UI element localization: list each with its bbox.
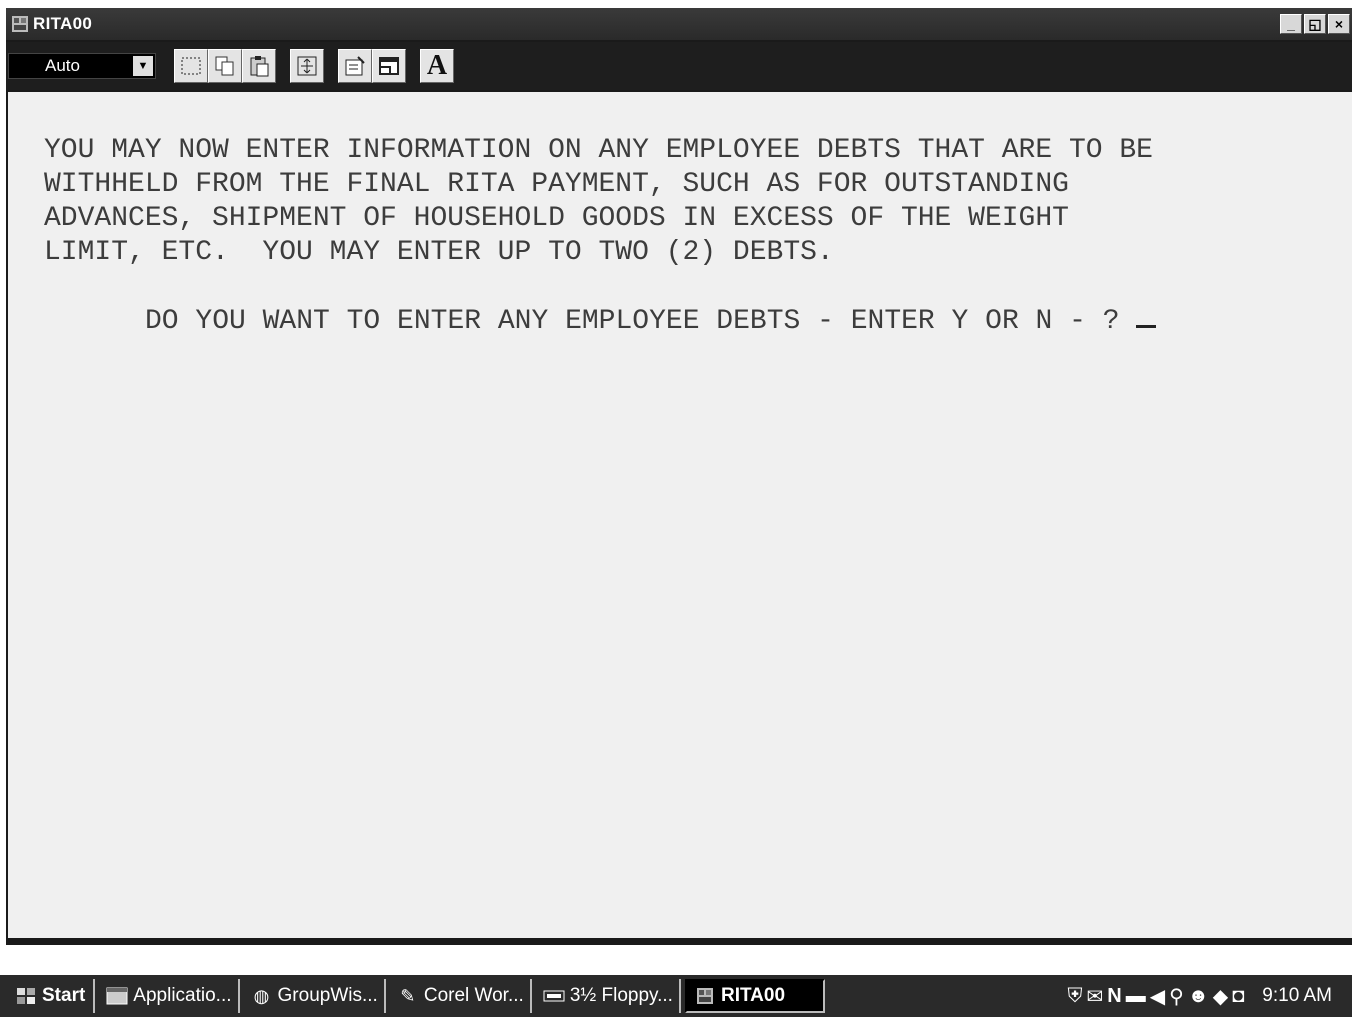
task-label: RITA00 bbox=[720, 985, 786, 1006]
terminal-line: LIMIT, ETC. YOU MAY ENTER UP TO TWO (2) … bbox=[44, 237, 834, 268]
font-button[interactable]: A bbox=[420, 49, 454, 83]
copy-button[interactable] bbox=[208, 49, 242, 83]
font-size-select[interactable]: Auto ▼ bbox=[8, 53, 156, 79]
chat-icon[interactable]: ◆ bbox=[1213, 984, 1228, 1009]
system-tray: ⛨ ✉ N ▬ ◀ ⚲ ☻ ◆ ◘ 9:10 AM bbox=[1067, 979, 1348, 1013]
mainframe-app-icon bbox=[10, 14, 30, 34]
task-groupwise[interactable]: ◍ GroupWis... bbox=[244, 979, 386, 1013]
chevron-down-icon[interactable]: ▼ bbox=[133, 56, 153, 76]
floppy-icon bbox=[542, 984, 566, 1008]
task-label: Applicatio... bbox=[133, 985, 232, 1006]
terminal-line: YOU MAY NOW ENTER INFORMATION ON ANY EMP… bbox=[44, 135, 1153, 166]
title-bar[interactable]: RITA00 _ ◱ × bbox=[6, 8, 1352, 40]
window-icon bbox=[379, 57, 399, 75]
window-title: RITA00 bbox=[33, 14, 93, 33]
full-screen-button[interactable] bbox=[290, 49, 324, 83]
minimize-button[interactable]: _ bbox=[1280, 14, 1302, 34]
shield-icon[interactable]: ⛨ bbox=[1067, 985, 1082, 1008]
task-label: GroupWis... bbox=[277, 985, 378, 1006]
task-floppy[interactable]: 3½ Floppy... bbox=[536, 979, 681, 1013]
toolbar: Auto ▼ A bbox=[6, 42, 1352, 90]
properties-button[interactable] bbox=[338, 49, 372, 83]
fullscreen-icon bbox=[297, 56, 317, 76]
properties-icon bbox=[345, 56, 365, 76]
restore-button[interactable]: ◱ bbox=[1304, 14, 1326, 34]
task-label: 3½ Floppy... bbox=[569, 985, 673, 1006]
mark-button[interactable] bbox=[174, 49, 208, 83]
clock[interactable]: 9:10 AM bbox=[1262, 985, 1332, 1007]
start-label: Start bbox=[42, 985, 86, 1006]
task-application[interactable]: Applicatio... bbox=[99, 979, 240, 1013]
debt-prompt-text: DO YOU WANT TO ENTER ANY EMPLOYEE DEBTS … bbox=[145, 306, 1137, 337]
copy-icon bbox=[215, 56, 234, 76]
windows-logo-icon bbox=[14, 984, 38, 1008]
groupwise-icon: ◍ bbox=[253, 985, 270, 1006]
font-size-value: Auto bbox=[45, 56, 80, 75]
yn-input-field[interactable] bbox=[1136, 303, 1157, 328]
netware-icon[interactable]: N bbox=[1107, 985, 1121, 1008]
user-icon[interactable]: ☻ bbox=[1188, 985, 1209, 1008]
terminal-line: ADVANCES, SHIPMENT OF HOUSEHOLD GOODS IN… bbox=[44, 203, 1069, 234]
taskbar: Start Applicatio... ◍ GroupWis... ✎ Core… bbox=[0, 975, 1352, 1017]
task-rita00[interactable]: RITA00 bbox=[684, 979, 825, 1013]
terminal-screen[interactable]: YOU MAY NOW ENTER INFORMATION ON ANY EMP… bbox=[8, 92, 1352, 938]
mainframe-app-icon bbox=[693, 984, 717, 1008]
background-button[interactable] bbox=[372, 49, 406, 83]
volume-icon[interactable]: ◀ bbox=[1150, 984, 1165, 1009]
scheduler-icon[interactable]: ◘ bbox=[1232, 985, 1244, 1008]
network-icon[interactable]: ▬ bbox=[1126, 985, 1146, 1008]
start-button[interactable]: Start bbox=[8, 979, 96, 1013]
terminal-line: WITHHELD FROM THE FINAL RITA PAYMENT, SU… bbox=[44, 169, 1069, 200]
paste-icon bbox=[250, 56, 269, 77]
close-button[interactable]: × bbox=[1328, 14, 1350, 34]
task-label: Corel Wor... bbox=[423, 985, 524, 1006]
paste-button[interactable] bbox=[242, 49, 276, 83]
task-corel[interactable]: ✎ Corel Wor... bbox=[390, 979, 532, 1013]
dotted-select-icon bbox=[181, 57, 201, 75]
search-icon[interactable]: ⚲ bbox=[1169, 984, 1184, 1009]
terminal-window: RITA00 _ ◱ × Auto ▼ A YOU MAY NOW ENTER … bbox=[6, 8, 1352, 945]
corel-icon: ✎ bbox=[400, 985, 416, 1006]
application-icon bbox=[105, 984, 129, 1008]
debt-prompt: DO YOU WANT TO ENTER ANY EMPLOYEE DEBTS … bbox=[145, 303, 1157, 339]
font-icon: A bbox=[426, 50, 448, 81]
chart-icon[interactable]: ✉ bbox=[1086, 984, 1103, 1009]
